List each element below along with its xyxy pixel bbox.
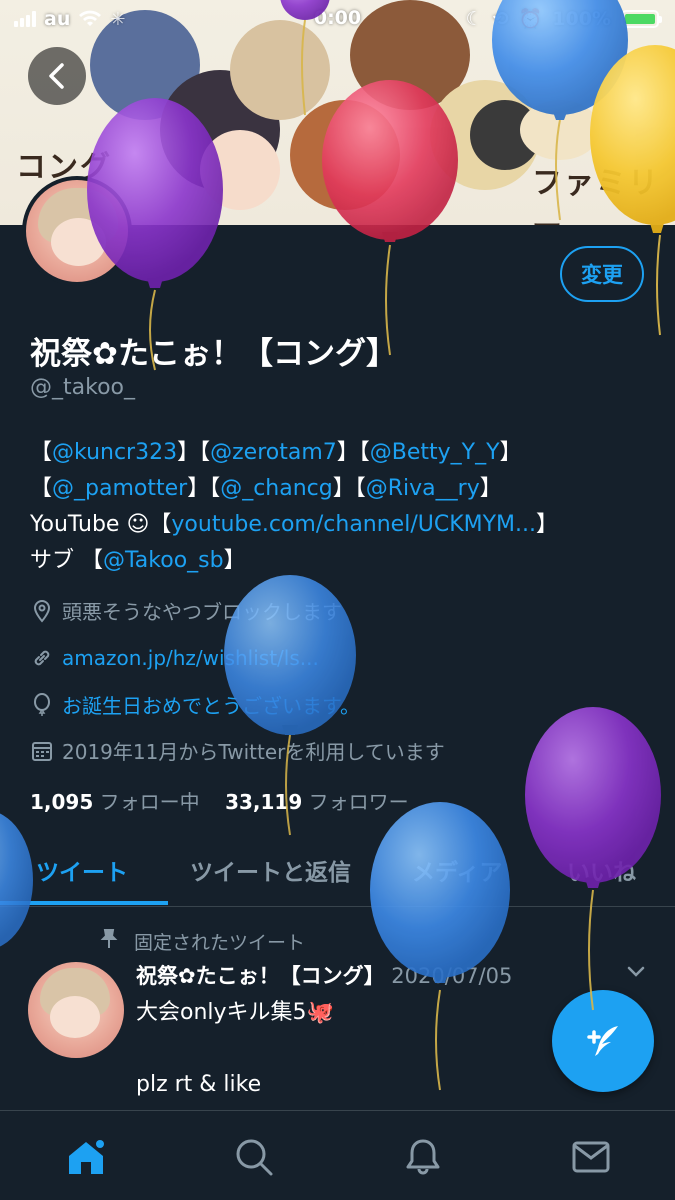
home-icon <box>69 1140 104 1174</box>
tab-tweets[interactable]: ツイート <box>36 853 128 887</box>
active-tab-indicator <box>0 901 168 905</box>
tweet-menu-button[interactable] <box>624 960 648 988</box>
mention-link[interactable]: @zerotam7 <box>210 440 337 465</box>
website-row: amazon.jp/hz/wishlist/ls... <box>30 646 319 670</box>
tweet-author-avatar[interactable] <box>28 962 124 1058</box>
bio-text: サブ 【 <box>30 548 103 573</box>
profile-name: 祝祭✿たこぉ！【コング】 <box>30 336 397 372</box>
tab-likes[interactable]: いいね <box>567 853 636 887</box>
nav-search[interactable] <box>232 1135 276 1179</box>
bio-text: 】 <box>223 548 246 573</box>
birthday-row: お誕生日おめでとうございます。 <box>30 690 360 719</box>
bio-text: 】 <box>536 512 559 537</box>
location-icon <box>30 599 54 623</box>
tweet-text[interactable]: 大会onlyキル集5🐙 plz rt & like <box>136 995 334 1103</box>
chevron-down-icon <box>627 966 645 977</box>
nav-home[interactable] <box>64 1135 108 1179</box>
bio-text: 】【 <box>187 476 221 501</box>
back-button[interactable] <box>28 47 86 105</box>
youtube-link[interactable]: youtube.com/channel/UCKMYM... <box>171 512 536 537</box>
mention-link[interactable]: @Riva__ry <box>366 476 480 501</box>
tweet-date: 2020/07/05 <box>391 964 513 988</box>
mention-link[interactable]: @_chancg <box>220 476 333 501</box>
bio-text: 【 <box>30 476 53 501</box>
mention-link[interactable]: @Betty_Y_Y <box>370 440 500 465</box>
back-arrow-icon <box>49 63 64 89</box>
battery-percent: 100% <box>552 7 611 30</box>
bio-line-3: YouTube ☺【youtube.com/channel/UCKMYM...】 <box>30 507 650 543</box>
compose-icon <box>587 1026 618 1056</box>
search-icon <box>236 1139 273 1176</box>
bio-text: YouTube ☺【 <box>30 512 172 537</box>
location-row: 頭悪そうなやつブロックします <box>30 596 342 625</box>
bio-line-1: 【@kuncr323】【@zerotam7】【@Betty_Y_Y】 <box>30 435 650 471</box>
tab-media[interactable]: メディア <box>412 853 502 887</box>
banner-text-right: ファミリー <box>532 166 660 225</box>
balloon-icon <box>30 692 54 717</box>
nav-notifications[interactable] <box>401 1135 445 1179</box>
moon-icon: ☾ <box>465 7 483 30</box>
edit-profile-button[interactable]: 変更 <box>560 246 644 302</box>
battery-icon <box>621 9 662 28</box>
mail-icon <box>572 1141 610 1173</box>
tweet-author-name[interactable]: 祝祭✿たこぉ！【コング】 <box>136 964 385 988</box>
bell-icon <box>406 1139 440 1175</box>
joined-text: 2019年11月からTwitterを利用しています <box>62 740 445 764</box>
profile-avatar[interactable] <box>22 176 132 286</box>
profile-handle: @_takoo_ <box>30 375 135 400</box>
birthday-text[interactable]: お誕生日おめでとうございます。 <box>62 690 360 719</box>
bio-text: 】 <box>479 476 502 501</box>
alarm-icon: ⏰ <box>518 8 543 30</box>
status-bar: au ✳ 0:00 ☾ ⟲ ⏰ 100% <box>0 0 675 38</box>
mention-link[interactable]: @kuncr323 <box>52 440 177 465</box>
joined-row: 2019年11月からTwitterを利用しています <box>30 736 445 765</box>
lock-rotation-icon: ⟲ <box>492 7 509 30</box>
website-link[interactable]: amazon.jp/hz/wishlist/ls... <box>62 646 319 670</box>
calendar-icon <box>30 739 54 763</box>
tweet-header: 祝祭✿たこぉ！【コング】 2020/07/05 <box>136 960 512 990</box>
bio-text: 】 <box>499 440 522 465</box>
pin-icon <box>100 929 118 954</box>
bio-text: 【 <box>30 440 53 465</box>
tab-tweets-and-replies[interactable]: ツイートと返信 <box>190 853 351 887</box>
link-icon <box>30 646 54 670</box>
mention-link[interactable]: @_pamotter <box>52 476 187 501</box>
bio-line-4: サブ 【@Takoo_sb】 <box>30 543 650 579</box>
compose-tweet-button[interactable] <box>552 990 654 1092</box>
follow-stats: 1,095 フォロー中 33,119 フォロワー <box>30 786 409 815</box>
bottom-navigation <box>0 1110 675 1200</box>
location-text: 頭悪そうなやつブロックします <box>62 600 342 624</box>
profile-bio: 【@kuncr323】【@zerotam7】【@Betty_Y_Y】 【@_pa… <box>30 435 650 579</box>
pinned-indicator: 固定されたツイート <box>100 928 305 955</box>
bio-text: 】【 <box>336 440 370 465</box>
profile-tabs: ツイート ツイートと返信 メディア いいね <box>0 835 675 907</box>
following-link[interactable]: 1,095 フォロー中 <box>30 790 200 814</box>
bio-text: 】【 <box>332 476 366 501</box>
sub-account-link[interactable]: @Takoo_sb <box>103 548 224 573</box>
followers-link[interactable]: 33,119 フォロワー <box>225 790 409 814</box>
bio-text: 】【 <box>177 440 211 465</box>
nav-messages[interactable] <box>569 1135 613 1179</box>
pinned-label: 固定されたツイート <box>134 932 306 954</box>
bio-line-2: 【@_pamotter】【@_chancg】【@Riva__ry】 <box>30 471 650 507</box>
